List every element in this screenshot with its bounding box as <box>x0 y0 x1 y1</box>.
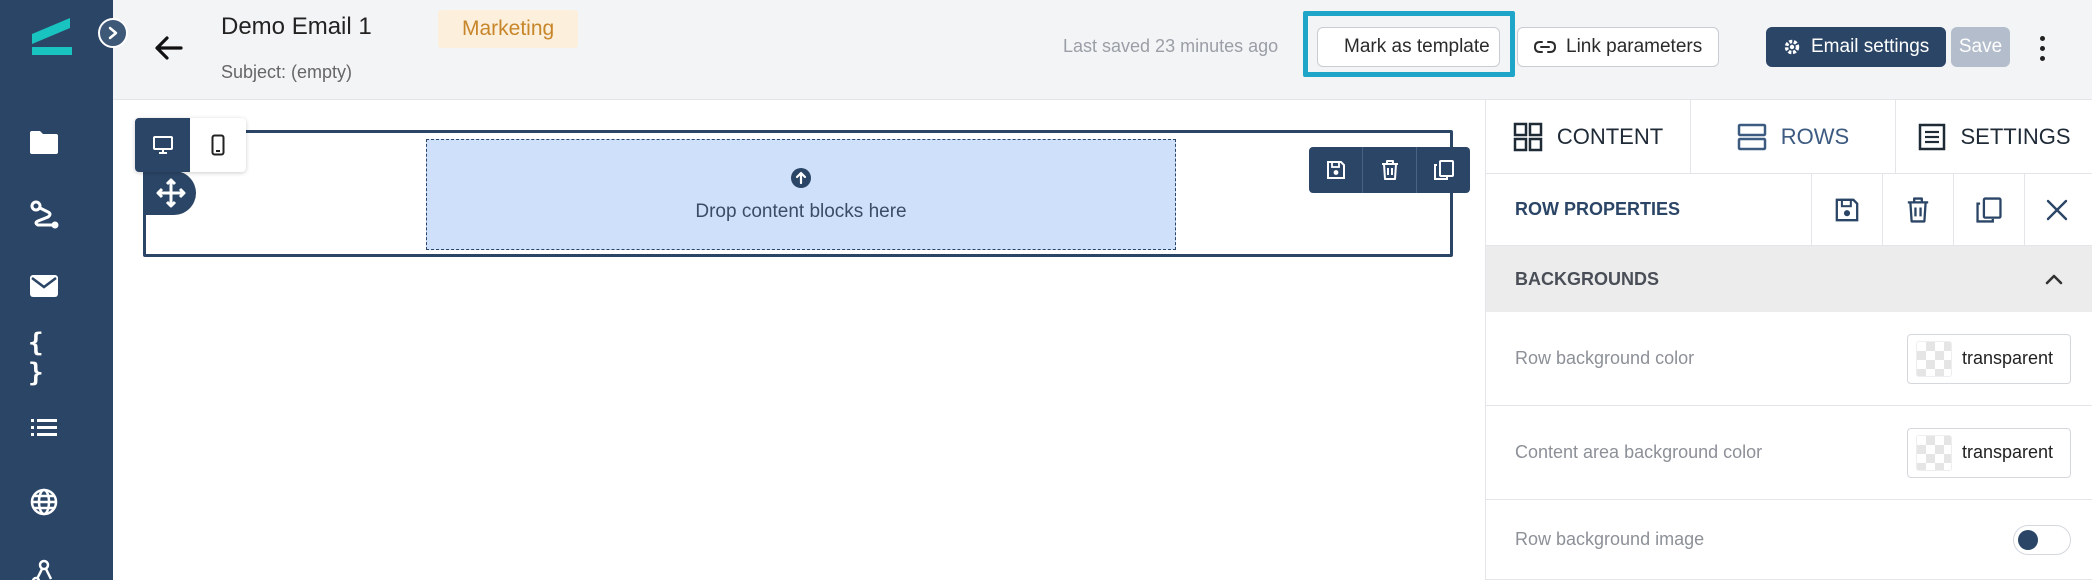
row-background-color-label: Row background color <box>1515 348 1695 368</box>
arrow-left-icon <box>155 36 183 60</box>
duplicate-icon <box>1433 160 1454 180</box>
mail-icon[interactable] <box>28 270 60 302</box>
row-delete-button[interactable] <box>1363 147 1417 193</box>
email-editor: { } Demo Email 1 Subject: (empty) Market… <box>0 0 2092 580</box>
email-settings-button[interactable]: Email settings <box>1766 27 1947 67</box>
journey-icon[interactable] <box>28 198 60 230</box>
duplicate-icon <box>1976 196 2002 223</box>
drop-zone-text: Drop content blocks here <box>695 200 907 222</box>
move-handle[interactable] <box>146 171 196 215</box>
color-swatch <box>1916 340 1952 377</box>
row-properties-bar: ROW PROPERTIES <box>1486 174 2092 246</box>
editor-header: Demo Email 1 Subject: (empty) Marketing … <box>113 0 2092 100</box>
trash-icon <box>1381 160 1398 180</box>
section-title: BACKGROUNDS <box>1515 268 1659 289</box>
email-subject: Subject: (empty) <box>221 62 353 82</box>
editor-canvas[interactable]: Drop content blocks here <box>113 100 1485 580</box>
back-button[interactable] <box>151 30 187 66</box>
properties-panel: CONTENT ROWS SETTINGS ROW PROPERTIES BAC… <box>1485 100 2092 580</box>
chevron-right-icon <box>108 26 118 40</box>
logo[interactable] <box>30 16 76 56</box>
grid-icon <box>1513 122 1543 152</box>
save-icon <box>1326 161 1345 179</box>
save-icon <box>1835 198 1859 221</box>
email-settings-label: Email settings <box>1811 36 1930 57</box>
row-duplicate-button[interactable] <box>1417 147 1470 193</box>
content-area-background-color-picker[interactable]: transparent <box>1907 427 2071 478</box>
tab-settings-label: SETTINGS <box>1960 124 2071 149</box>
row-properties-title: ROW PROPERTIES <box>1515 199 1681 219</box>
mobile-icon <box>211 134 224 156</box>
globe-icon[interactable] <box>28 486 60 518</box>
close-icon <box>2046 199 2068 220</box>
last-saved-status: Last saved 23 minutes ago <box>1063 36 1279 56</box>
mark-as-template-button[interactable]: Mark as template <box>1317 27 1500 67</box>
sidebar-expand-button[interactable] <box>98 18 128 48</box>
tab-settings[interactable]: SETTINGS <box>1896 100 2092 174</box>
gear-icon <box>1784 39 1800 55</box>
folder-icon[interactable] <box>28 126 60 158</box>
row-background-image-label: Row background image <box>1515 529 1705 549</box>
mark-as-template-label: Mark as template <box>1344 36 1490 57</box>
device-toggle <box>135 118 246 172</box>
left-nav: { } <box>0 0 113 580</box>
row-background-image-row: Row background image <box>1486 500 2092 580</box>
link-parameters-button[interactable]: Link parameters <box>1517 27 1720 67</box>
duplicate-row-button[interactable] <box>1953 174 2024 245</box>
braces-icon[interactable]: { } <box>28 328 60 388</box>
delete-row-button[interactable] <box>1882 174 1953 245</box>
link-icon <box>1534 41 1556 53</box>
desktop-view-button[interactable] <box>135 118 190 172</box>
content-area-background-color-label: Content area background color <box>1515 442 1763 462</box>
tab-content[interactable]: CONTENT <box>1486 100 1691 174</box>
move-icon <box>156 178 186 208</box>
toggle-knob <box>2018 529 2038 550</box>
more-options-icon[interactable] <box>2030 32 2054 64</box>
chevron-up-icon[interactable] <box>2044 273 2064 285</box>
panel-tabs: CONTENT ROWS SETTINGS <box>1486 100 2092 174</box>
row-background-color-row: Row background color transparent <box>1486 312 2092 406</box>
webhook-icon[interactable] <box>28 556 60 580</box>
tab-rows[interactable]: ROWS <box>1691 100 1896 174</box>
tab-content-label: CONTENT <box>1556 124 1664 149</box>
save-row-button[interactable] <box>1811 174 1882 245</box>
settings-list-icon <box>1919 123 1946 151</box>
rows-icon <box>1737 123 1767 151</box>
row-background-image-toggle[interactable] <box>2013 524 2071 555</box>
save-button[interactable]: Save <box>1951 27 2010 67</box>
upload-icon <box>791 167 811 188</box>
category-tag: Marketing <box>438 10 579 48</box>
backgrounds-section-header[interactable]: BACKGROUNDS <box>1486 246 2092 312</box>
color-swatch <box>1916 434 1952 471</box>
row-toolbar <box>1309 147 1470 193</box>
email-title: Demo Email 1 <box>221 13 372 40</box>
email-row[interactable]: Drop content blocks here <box>143 130 1470 257</box>
row-background-color-value: transparent <box>1962 348 2054 368</box>
drop-zone[interactable]: Drop content blocks here <box>426 139 1176 250</box>
row-background-color-picker[interactable]: transparent <box>1907 333 2071 384</box>
close-panel-button[interactable] <box>2024 174 2089 245</box>
trash-icon <box>1907 196 1929 223</box>
desktop-icon <box>152 136 173 154</box>
tab-rows-label: ROWS <box>1780 124 1850 149</box>
link-parameters-label: Link parameters <box>1566 36 1703 57</box>
list-icon[interactable] <box>28 412 60 444</box>
content-area-background-color-value: transparent <box>1962 442 2054 462</box>
row-save-button[interactable] <box>1309 147 1363 193</box>
mobile-view-button[interactable] <box>190 118 245 172</box>
content-area-background-color-row: Content area background color transparen… <box>1486 406 2092 500</box>
